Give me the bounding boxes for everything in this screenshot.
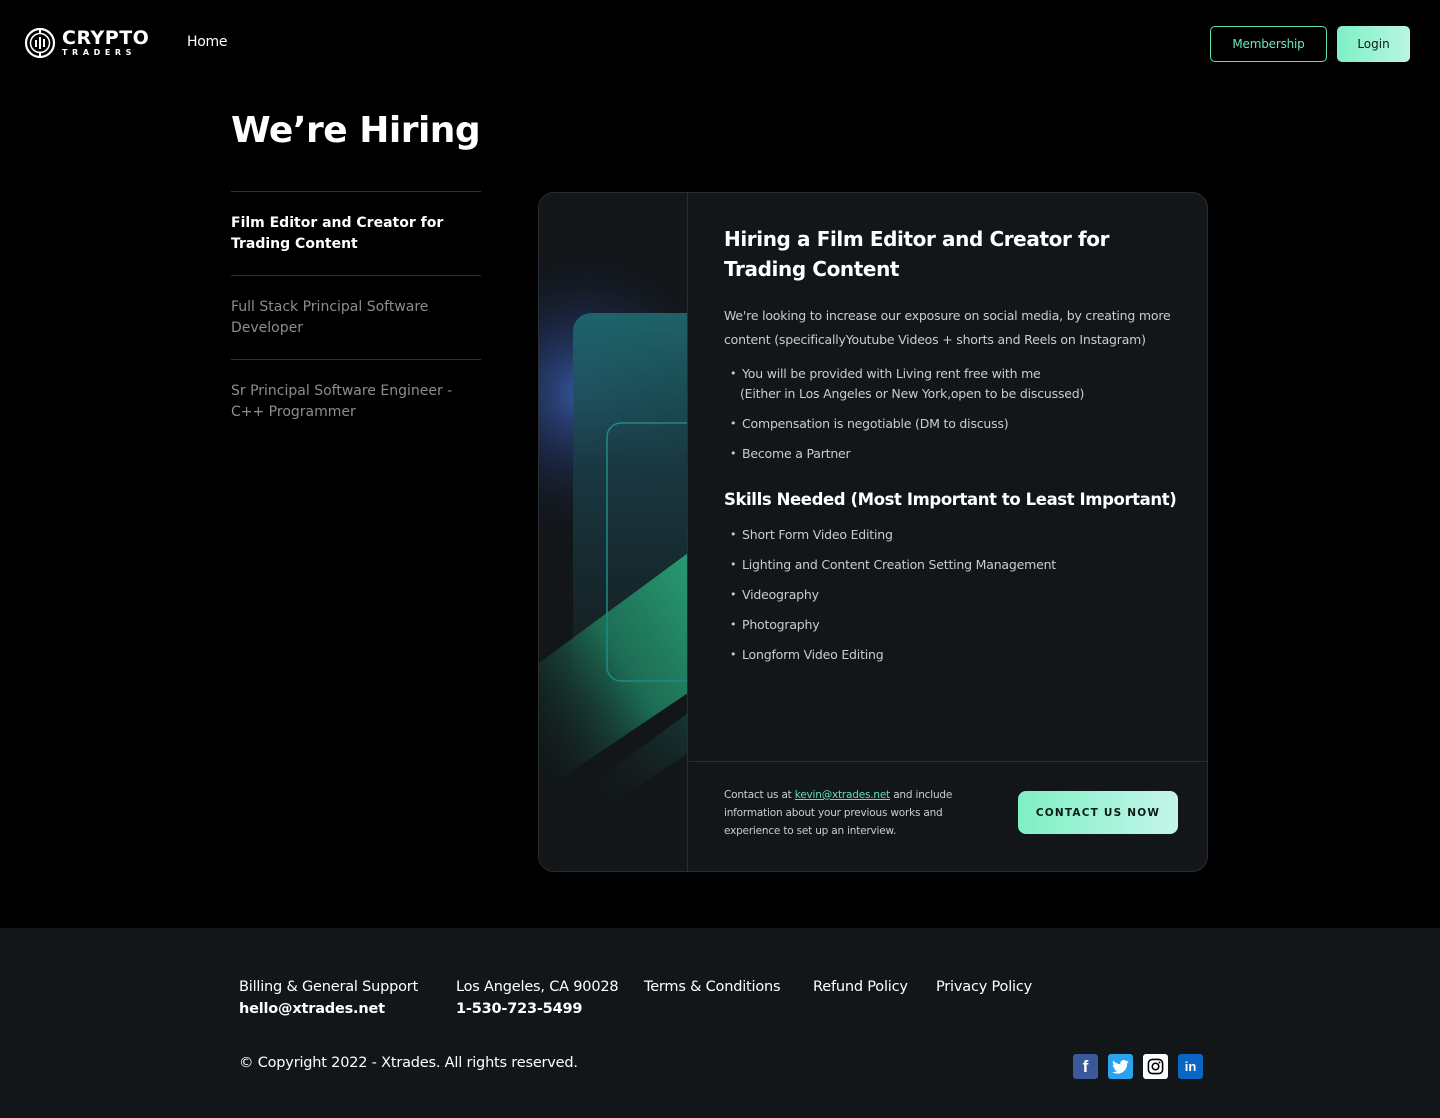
footer-support: Billing & General Support hello@xtrades.… xyxy=(239,976,418,1020)
benefit-main: You will be provided with Living rent fr… xyxy=(742,366,1041,381)
benefit-main: Become a Partner xyxy=(742,446,851,461)
nav-home-link[interactable]: Home xyxy=(187,34,227,50)
login-button[interactable]: Login xyxy=(1337,26,1410,62)
copyright-text: © Copyright 2022 - Xtrades. All rights r… xyxy=(239,1055,578,1071)
contact-text: Contact us at kevin@xtrades.net and incl… xyxy=(724,786,959,840)
contact-email-link[interactable]: kevin@xtrades.net xyxy=(795,789,891,801)
brand-logo[interactable]: CRYPTO TRADERS xyxy=(24,27,149,59)
page-title: We’re Hiring xyxy=(231,110,481,151)
job-heading: Hiring a Film Editor and Creator for Tra… xyxy=(724,227,1110,281)
skills-list: Short Form Video Editing Lighting and Co… xyxy=(724,525,1177,665)
support-email-link[interactable]: hello@xtrades.net xyxy=(239,998,418,1020)
benefit-main: Compensation is negotiable (DM to discus… xyxy=(742,416,1009,431)
membership-button[interactable]: Membership xyxy=(1210,26,1327,62)
address-text: Los Angeles, CA 90028 xyxy=(456,979,619,995)
job-detail-card: Hiring a Film Editor and Creator for Tra… xyxy=(538,192,1208,872)
list-item: Lighting and Content Creation Setting Ma… xyxy=(724,555,1177,575)
job-intro: We're looking to increase our exposure o… xyxy=(724,308,1171,347)
list-item: Photography xyxy=(724,615,1177,635)
job-item-cpp-engineer[interactable]: Sr Principal Software Engineer - C++ Pro… xyxy=(231,359,481,443)
terms-link[interactable]: Terms & Conditions xyxy=(644,976,781,998)
site-header: CRYPTO TRADERS Home Membership Login xyxy=(0,0,1440,88)
linkedin-icon[interactable]: in xyxy=(1178,1054,1203,1079)
support-label: Billing & General Support xyxy=(239,979,419,995)
logo-word-crypto: CRYPTO xyxy=(62,27,150,49)
crypto-traders-logo-icon xyxy=(24,27,56,59)
twitter-icon[interactable] xyxy=(1108,1054,1133,1079)
decorative-art xyxy=(539,193,688,871)
facebook-icon[interactable]: f xyxy=(1073,1054,1098,1079)
skills-heading: Skills Needed (Most Important to Least I… xyxy=(724,490,1177,509)
card-contact-footer: Contact us at kevin@xtrades.net and incl… xyxy=(689,761,1207,871)
job-item-film-editor[interactable]: Film Editor and Creator for Trading Cont… xyxy=(231,191,481,275)
abstract-gradient-art xyxy=(539,193,687,871)
list-item: Short Form Video Editing xyxy=(724,525,1177,545)
list-item: Longform Video Editing xyxy=(724,645,1177,665)
list-item: Become a Partner xyxy=(724,444,1177,464)
list-item: You will be provided with Living rent fr… xyxy=(724,364,1177,404)
list-item: Videography xyxy=(724,585,1177,605)
phone-link[interactable]: 1-530-723-5499 xyxy=(456,998,618,1020)
contact-prefix: Contact us at xyxy=(724,789,792,801)
job-detail-body: Hiring a Film Editor and Creator for Tra… xyxy=(689,193,1207,761)
list-item: Compensation is negotiable (DM to discus… xyxy=(724,414,1177,434)
instagram-icon[interactable] xyxy=(1143,1054,1168,1079)
social-links: f in xyxy=(1073,1054,1203,1079)
site-footer: Billing & General Support hello@xtrades.… xyxy=(0,928,1440,1118)
logo-word-traders: TRADERS xyxy=(62,48,137,57)
benefit-sub: (Either in Los Angeles or New York,open … xyxy=(740,386,1085,401)
benefits-list: You will be provided with Living rent fr… xyxy=(724,364,1177,464)
job-item-full-stack[interactable]: Full Stack Principal Software Developer xyxy=(231,275,481,359)
footer-address: Los Angeles, CA 90028 1-530-723-5499 xyxy=(456,976,619,1020)
contact-us-button[interactable]: CONTACT US NOW xyxy=(1018,791,1178,834)
refund-policy-link[interactable]: Refund Policy xyxy=(813,976,908,998)
job-list: Film Editor and Creator for Trading Cont… xyxy=(231,191,481,443)
privacy-policy-link[interactable]: Privacy Policy xyxy=(936,976,1032,998)
